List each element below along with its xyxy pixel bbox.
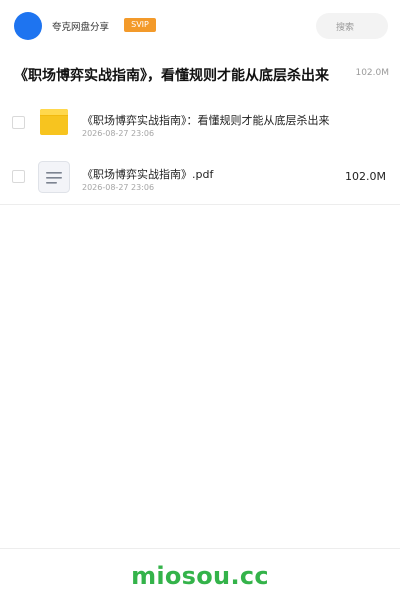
file-row[interactable]: 《职场博弈实战指南》.pdf 2026-08-27 23:06 102.0M — [0, 150, 400, 205]
top-bar: 夸克网盘分享 SVIP 搜索 — [0, 0, 400, 53]
brand-label: 夸克网盘分享 — [52, 22, 110, 33]
share-title-bar: 《职场博弈实战指南》，看懂规则才能从底层杀出来 102.0M — [0, 52, 400, 97]
footer-bar: miosou.cc — [0, 548, 400, 601]
search-button[interactable]: 搜索 — [316, 13, 388, 39]
site-watermark: miosou.cc — [131, 562, 269, 590]
file-size: 102.0M — [345, 170, 386, 183]
select-checkbox[interactable] — [12, 170, 25, 183]
share-title: 《职场博弈实战指南》，看懂规则才能从底层杀出来 — [14, 68, 329, 84]
avatar[interactable] — [14, 12, 42, 40]
folder-icon-graphic — [40, 109, 68, 135]
file-row[interactable]: 《职场博弈实战指南》：看懂规则才能从底层杀出来 2026-08-27 23:06 — [0, 96, 400, 151]
folder-icon — [38, 107, 70, 139]
file-date: 2026-08-27 23:06 — [82, 129, 155, 138]
file-date: 2026-08-27 23:06 — [82, 183, 155, 192]
select-checkbox[interactable] — [12, 116, 25, 129]
document-icon-graphic — [38, 161, 70, 193]
document-icon — [38, 161, 70, 193]
file-name: 《职场博弈实战指南》.pdf — [82, 168, 214, 181]
share-total-size: 102.0M — [355, 68, 389, 78]
file-name: 《职场博弈实战指南》：看懂规则才能从底层杀出来 — [82, 114, 330, 127]
svip-badge: SVIP — [124, 18, 156, 32]
